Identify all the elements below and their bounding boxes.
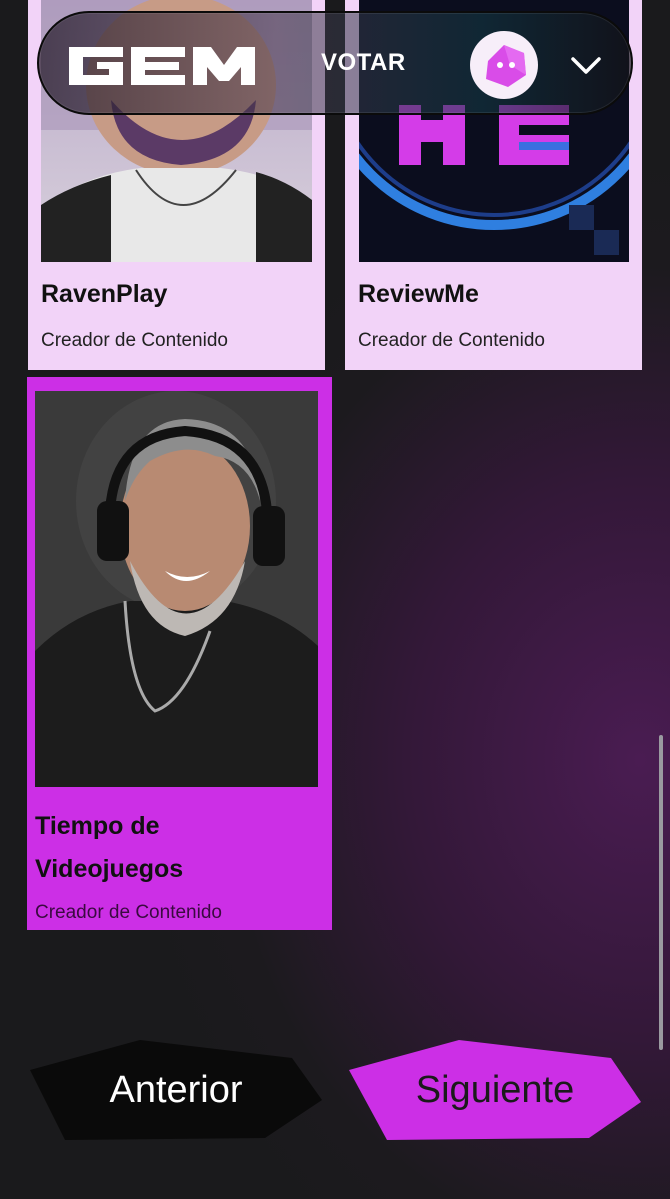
- vote-link[interactable]: VOTAR: [321, 49, 406, 77]
- scrollbar[interactable]: [659, 735, 663, 1050]
- creator-role: Creador de Contenido: [358, 330, 545, 351]
- creator-name-line1: Tiempo de: [35, 812, 160, 840]
- next-button[interactable]: Siguiente: [349, 1040, 641, 1140]
- user-avatar[interactable]: [470, 31, 538, 99]
- creator-name: RavenPlay: [41, 280, 168, 308]
- previous-button[interactable]: Anterior: [30, 1040, 322, 1140]
- chevron-down-icon[interactable]: [570, 51, 602, 79]
- top-navigation-bar: VOTAR: [37, 11, 633, 115]
- creator-role: Creador de Contenido: [35, 902, 222, 923]
- creator-name-line2: Videojuegos: [35, 855, 184, 883]
- creator-photo: [35, 391, 318, 787]
- creator-role: Creador de Contenido: [41, 330, 228, 351]
- previous-button-label: Anterior: [109, 1068, 243, 1111]
- next-button-label: Siguiente: [415, 1068, 575, 1111]
- creator-name: ReviewMe: [358, 280, 479, 308]
- gem-logo[interactable]: [65, 41, 257, 89]
- creator-card-tiempo-de-videojuegos[interactable]: Tiempo de Videojuegos Creador de Conteni…: [27, 377, 332, 930]
- creator-name: Tiempo de Videojuegos: [35, 805, 183, 891]
